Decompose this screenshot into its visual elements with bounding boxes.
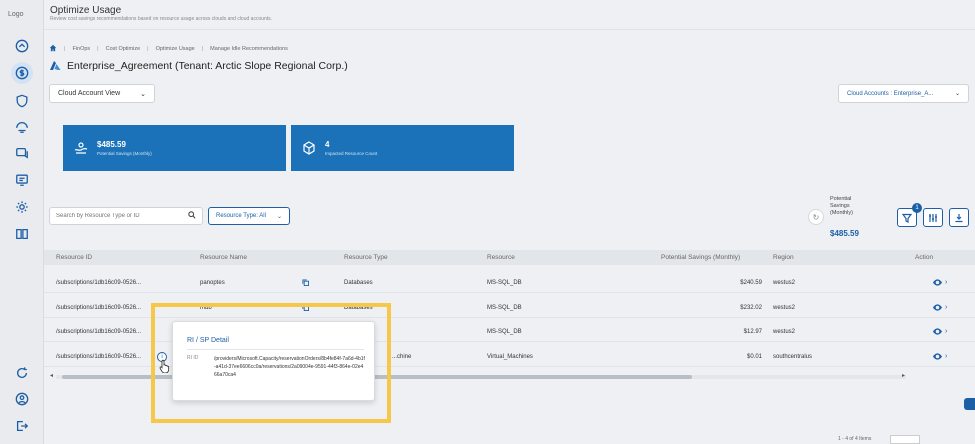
chevron-right-icon[interactable]: › xyxy=(945,353,947,360)
monitor-nav-icon[interactable] xyxy=(13,171,31,189)
col-potential-savings[interactable]: Potential Savings (Monthly) xyxy=(661,254,740,261)
download-icon xyxy=(955,213,963,222)
chevron-right-icon[interactable]: › xyxy=(945,304,947,311)
search-input[interactable] xyxy=(56,213,176,219)
scroll-right-arrow[interactable]: ▸ xyxy=(902,372,905,379)
tenant-heading: Enterprise_Agreement (Tenant: Arctic Slo… xyxy=(49,60,348,72)
finops-nav-icon[interactable] xyxy=(11,62,33,84)
savings-icon xyxy=(74,142,88,154)
logout-nav-icon[interactable] xyxy=(13,417,31,435)
pager-text: 1 - 4 of 4 Items xyxy=(838,436,872,442)
row-actions[interactable]: › xyxy=(933,328,947,335)
table-header: Resource ID Resource Name Resource Type … xyxy=(44,250,975,265)
chevron-down-icon: ⌄ xyxy=(954,91,960,97)
view-dropdown[interactable]: Cloud Account View ⌄ xyxy=(49,84,155,103)
eye-icon[interactable] xyxy=(933,279,942,286)
breadcrumb-optimize-usage[interactable]: Optimize Usage xyxy=(156,46,195,52)
settings-nav-icon[interactable] xyxy=(13,198,31,216)
chat-widget-button[interactable] xyxy=(964,398,975,410)
col-resource-id[interactable]: Resource ID xyxy=(56,254,92,261)
row-actions[interactable]: › xyxy=(933,353,947,360)
breadcrumb-finops[interactable]: FinOps xyxy=(72,46,90,52)
shield-nav-icon[interactable] xyxy=(13,92,31,110)
refresh-nav-icon[interactable] xyxy=(13,364,31,382)
sliders-icon xyxy=(929,213,937,222)
card-savings-value: $485.59 xyxy=(97,140,126,149)
scroll-left-arrow[interactable]: ◂ xyxy=(50,372,53,379)
cloud-accounts-dropdown[interactable]: Cloud Accounts : Enterprise_A... ⌄ xyxy=(838,84,969,103)
eye-icon[interactable] xyxy=(933,353,942,360)
table-row[interactable]: /subscriptions/1db16c09-0526... panoptes… xyxy=(44,273,975,293)
book-nav-icon[interactable] xyxy=(13,225,31,243)
chevron-down-icon: ⌄ xyxy=(140,90,146,98)
eye-icon[interactable] xyxy=(933,328,942,335)
chevron-right-icon[interactable]: › xyxy=(945,328,947,335)
sidebar: Logo xyxy=(0,0,44,444)
home-nav-icon[interactable] xyxy=(13,37,31,55)
page-subtitle: Review cost savings recommendations base… xyxy=(50,16,273,22)
filter-icon xyxy=(902,213,912,223)
potential-savings-value: $485.59 xyxy=(830,229,859,238)
download-button[interactable] xyxy=(949,208,969,227)
home-icon[interactable] xyxy=(49,44,57,54)
filter-count-badge: 1 xyxy=(912,203,922,213)
breadcrumb-cost-optimize[interactable]: Cost Optimize xyxy=(106,46,141,52)
popup-label: RI ID xyxy=(187,355,199,361)
cloud-nav-icon[interactable] xyxy=(13,118,31,136)
chat-nav-icon[interactable] xyxy=(13,144,31,162)
search-icon[interactable] xyxy=(188,211,196,221)
col-resource[interactable]: Resource xyxy=(487,254,515,261)
hand-cursor-icon xyxy=(159,359,170,373)
impacted-resource-card: 4 Impacted Resource Count xyxy=(291,125,514,171)
popup-title: RI / SP Detail xyxy=(187,337,229,344)
breadcrumb: | FinOps | Cost Optimize | Optimize Usag… xyxy=(49,44,288,54)
popup-value: /providers/Microsoft.Capacity/reservatio… xyxy=(214,356,365,378)
azure-icon xyxy=(50,61,61,70)
tenant-name: Enterprise_Agreement (Tenant: Arctic Slo… xyxy=(67,60,348,72)
cube-icon xyxy=(303,141,315,155)
potential-savings-card: $485.59 Potential Savings (Monthly) xyxy=(63,125,286,171)
refresh-icon[interactable]: ↻ xyxy=(808,209,824,225)
chevron-right-icon[interactable]: › xyxy=(945,279,947,286)
col-action: Action xyxy=(915,254,934,261)
col-resource-type[interactable]: Resource Type xyxy=(344,254,388,261)
card-count-label: Impacted Resource Count xyxy=(325,151,378,156)
chevron-down-icon: ⌄ xyxy=(276,213,282,220)
ri-sp-detail-popup: RI / SP Detail RI ID /providers/Microsof… xyxy=(172,321,375,401)
row-actions[interactable]: › xyxy=(933,304,947,311)
card-count-value: 4 xyxy=(325,140,330,149)
potential-savings-label: Potential Savings (Monthly) xyxy=(830,196,853,216)
col-region[interactable]: Region xyxy=(773,254,794,261)
search-box xyxy=(49,207,203,225)
page-title: Optimize Usage xyxy=(50,5,122,16)
col-resource-name[interactable]: Resource Name xyxy=(200,254,247,261)
resource-type-filter[interactable]: Resource Type: All ⌄ xyxy=(208,207,290,225)
column-settings-button[interactable] xyxy=(923,208,943,227)
row-actions[interactable]: › xyxy=(933,279,947,286)
breadcrumb-manage-idle: Manage Idle Recommendations xyxy=(210,46,288,52)
header-divider xyxy=(44,29,975,30)
copy-icon[interactable] xyxy=(302,279,309,288)
eye-icon[interactable] xyxy=(933,304,942,311)
logo: Logo xyxy=(8,11,24,18)
user-nav-icon[interactable] xyxy=(13,390,31,408)
card-savings-label: Potential Savings (Monthly) xyxy=(97,151,152,156)
page-size-select[interactable] xyxy=(890,435,920,444)
